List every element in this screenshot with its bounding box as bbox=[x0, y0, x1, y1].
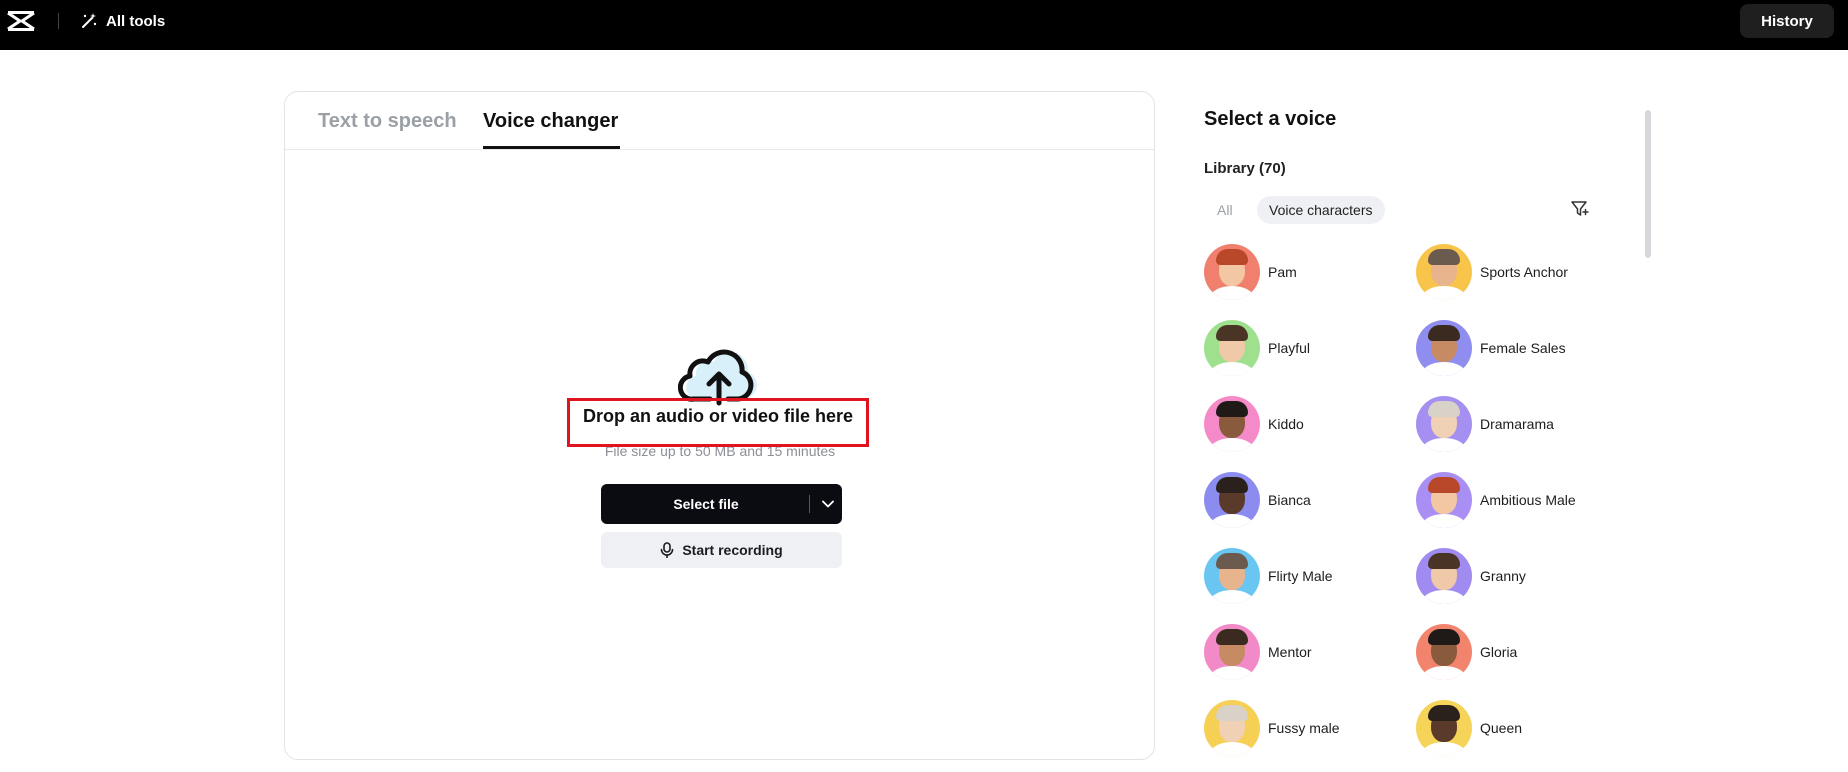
voice-name: Flirty Male bbox=[1268, 568, 1333, 584]
voice-name: Dramarama bbox=[1480, 416, 1554, 432]
filter-chip-voice-characters[interactable]: Voice characters bbox=[1257, 196, 1385, 224]
voice-item[interactable]: Granny bbox=[1416, 548, 1526, 604]
voice-name: Playful bbox=[1268, 340, 1311, 356]
cloud-upload-icon bbox=[678, 349, 757, 406]
magic-wand-icon bbox=[82, 13, 97, 28]
select-file-button[interactable]: Select file bbox=[601, 484, 842, 524]
all-tools-label: All tools bbox=[106, 12, 166, 30]
select-file-separator bbox=[809, 495, 810, 513]
voice-name: Mentor bbox=[1268, 644, 1312, 660]
filter-chip-all[interactable]: All bbox=[1209, 196, 1241, 224]
voice-item[interactable]: Playful bbox=[1204, 320, 1310, 376]
voice-item[interactable]: Sports Anchor bbox=[1416, 244, 1568, 300]
voice-avatar bbox=[1416, 472, 1472, 528]
voice-item[interactable]: Bianca bbox=[1204, 472, 1311, 528]
voice-name: Granny bbox=[1480, 568, 1526, 584]
voice-avatar bbox=[1204, 624, 1260, 680]
tab-voice-changer[interactable]: Voice changer bbox=[483, 110, 618, 133]
voice-avatar bbox=[1416, 700, 1472, 756]
voice-avatar bbox=[1204, 472, 1260, 528]
voice-item[interactable]: Ambitious Male bbox=[1416, 472, 1576, 528]
voice-name: Gloria bbox=[1480, 644, 1518, 660]
voice-item[interactable]: Kiddo bbox=[1204, 396, 1304, 452]
voice-name: Kiddo bbox=[1268, 416, 1304, 432]
voice-item[interactable]: Mentor bbox=[1204, 624, 1312, 680]
voice-name: Pam bbox=[1268, 264, 1297, 280]
voice-avatar bbox=[1416, 624, 1472, 680]
active-tab-indicator bbox=[483, 146, 620, 149]
voice-avatar bbox=[1204, 320, 1260, 376]
voice-list-scroll-thumb[interactable] bbox=[1645, 110, 1651, 258]
chevron-down-icon bbox=[821, 500, 834, 508]
voice-changer-card: Text to speech Voice changer File size u… bbox=[284, 91, 1155, 760]
select-file-label: Select file bbox=[673, 496, 739, 512]
tab-bar: Text to speech Voice changer bbox=[285, 92, 1154, 150]
voice-avatar bbox=[1204, 396, 1260, 452]
voice-name: Ambitious Male bbox=[1480, 492, 1576, 508]
voice-item[interactable]: Fussy male bbox=[1204, 700, 1340, 756]
voice-name: Queen bbox=[1480, 720, 1523, 736]
voice-item[interactable]: Dramarama bbox=[1416, 396, 1554, 452]
voice-avatar bbox=[1204, 700, 1260, 756]
select-file-dropdown[interactable] bbox=[813, 484, 842, 524]
topbar-divider bbox=[58, 13, 59, 29]
voice-name: Bianca bbox=[1268, 492, 1311, 508]
voice-name: Sports Anchor bbox=[1480, 264, 1568, 280]
voice-item[interactable]: Pam bbox=[1204, 244, 1297, 300]
voice-avatar bbox=[1416, 396, 1472, 452]
filter-icon[interactable] bbox=[1570, 199, 1590, 219]
top-bar: All tools History bbox=[0, 0, 1848, 50]
library-count: Library (70) bbox=[1204, 160, 1286, 177]
highlight-box bbox=[567, 398, 869, 447]
voice-avatar bbox=[1416, 548, 1472, 604]
voice-item[interactable]: Gloria bbox=[1416, 624, 1517, 680]
voice-avatar bbox=[1416, 320, 1472, 376]
voice-avatar bbox=[1204, 548, 1260, 604]
tab-text-to-speech[interactable]: Text to speech bbox=[318, 110, 457, 133]
start-recording-button[interactable]: Start recording bbox=[601, 532, 842, 568]
voice-item[interactable]: Queen bbox=[1416, 700, 1522, 756]
select-voice-title: Select a voice bbox=[1204, 108, 1337, 130]
voice-avatar bbox=[1416, 244, 1472, 300]
voice-name: Fussy male bbox=[1268, 720, 1340, 736]
all-tools-button[interactable]: All tools bbox=[80, 9, 165, 33]
voice-item[interactable]: Flirty Male bbox=[1204, 548, 1333, 604]
voice-item[interactable]: Female Sales bbox=[1416, 320, 1566, 376]
voice-name: Female Sales bbox=[1480, 340, 1566, 356]
capcut-logo-icon[interactable] bbox=[6, 9, 36, 33]
voice-avatar bbox=[1204, 244, 1260, 300]
history-button[interactable]: History bbox=[1740, 4, 1834, 38]
start-recording-label: Start recording bbox=[682, 542, 783, 558]
microphone-icon bbox=[661, 542, 674, 558]
